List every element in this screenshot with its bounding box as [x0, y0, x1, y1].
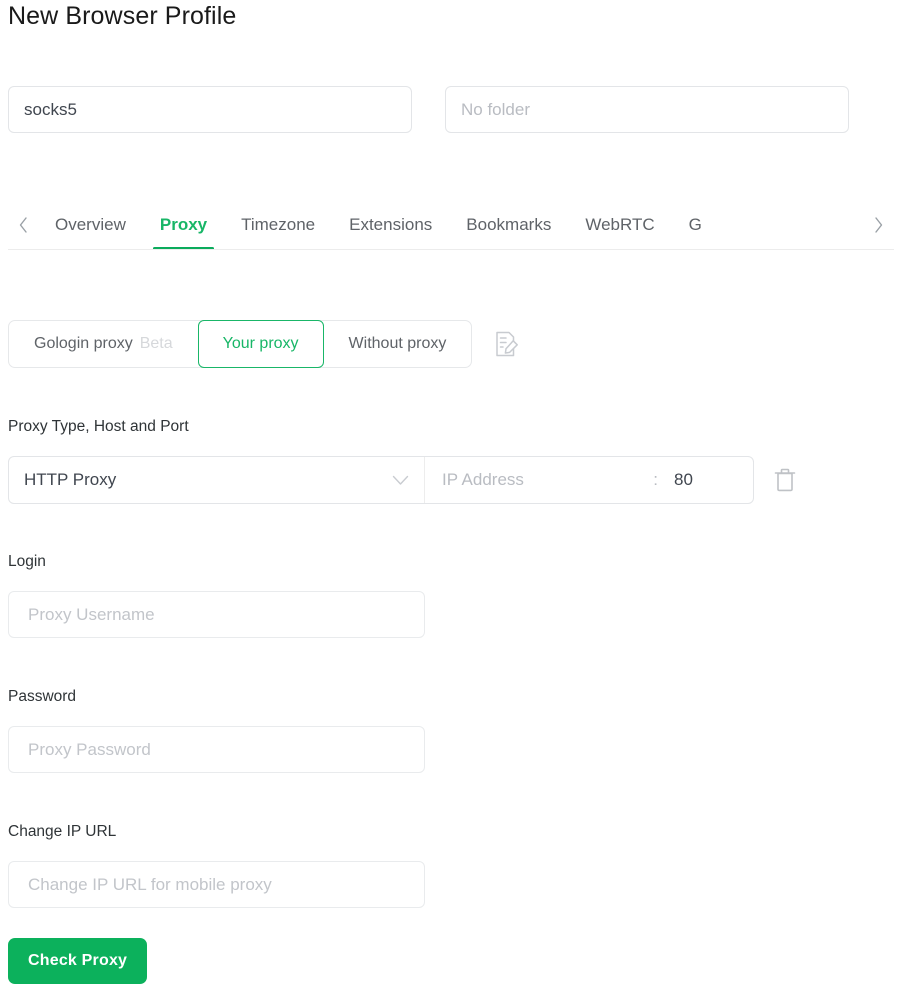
proxy-host-port-group: : — [425, 457, 753, 503]
host-port-separator: : — [653, 470, 658, 489]
trash-icon[interactable] — [770, 465, 800, 495]
proxy-mode-gologin-beta-badge: Beta — [139, 335, 173, 352]
proxy-address-combo: HTTP Proxy : — [8, 456, 754, 504]
change-ip-url-field-wrapper — [8, 861, 425, 908]
tab-bookmarks-label: Bookmarks — [466, 214, 552, 234]
password-label: Password — [8, 688, 77, 705]
proxy-mode-your-proxy-label: Your proxy — [222, 335, 299, 352]
proxy-mode-segmented-control: Gologin proxy Beta Your proxy Without pr… — [8, 320, 473, 368]
proxy-mode-gologin-button[interactable]: Gologin proxy Beta — [9, 321, 198, 367]
proxy-type-host-port-row: HTTP Proxy : — [8, 456, 800, 504]
tab-timezone[interactable]: Timezone — [224, 200, 332, 249]
change-ip-url-label: Change IP URL — [8, 823, 117, 840]
tab-timezone-label: Timezone — [241, 214, 316, 234]
tab-overview-label: Overview — [55, 214, 126, 234]
login-field-wrapper — [8, 591, 425, 638]
chevron-right-icon[interactable] — [864, 203, 894, 247]
proxy-mode-without-proxy-button[interactable]: Without proxy — [324, 321, 472, 367]
tab-proxy-label: Proxy — [159, 214, 208, 234]
settings-tabbar: Overview Proxy Timezone Extensions Bookm… — [8, 200, 894, 250]
proxy-type-host-port-label: Proxy Type, Host and Port — [8, 418, 189, 435]
proxy-port-input[interactable] — [672, 469, 738, 491]
proxy-mode-without-proxy-label: Without proxy — [348, 335, 447, 352]
top-field-row — [8, 86, 902, 133]
folder-input[interactable] — [445, 86, 849, 133]
password-field-wrapper — [8, 726, 425, 773]
folder-field-wrapper — [445, 86, 849, 133]
tab-extensions[interactable]: Extensions — [332, 200, 449, 249]
tab-webrtc-label: WebRTC — [585, 214, 655, 234]
change-ip-url-input[interactable] — [8, 861, 425, 908]
tab-proxy[interactable]: Proxy — [143, 200, 224, 249]
tab-webrtc[interactable]: WebRTC — [568, 200, 671, 249]
proxy-host-input[interactable] — [440, 469, 650, 491]
proxy-mode-gologin-label: Gologin proxy — [34, 335, 133, 352]
proxy-type-select[interactable]: HTTP Proxy — [9, 457, 425, 503]
tab-overview[interactable]: Overview — [38, 200, 143, 249]
proxy-mode-your-proxy-button[interactable]: Your proxy — [197, 320, 324, 368]
paste-edit-icon[interactable] — [490, 328, 522, 360]
profile-name-input[interactable] — [8, 86, 412, 133]
proxy-type-value: HTTP Proxy — [24, 470, 117, 489]
proxy-mode-row: Gologin proxy Beta Your proxy Without pr… — [8, 320, 522, 368]
check-proxy-button[interactable]: Check Proxy — [8, 938, 148, 984]
tab-geolocation-label: G — [688, 214, 702, 234]
chevron-left-icon[interactable] — [8, 203, 38, 247]
chevron-down-icon — [392, 475, 409, 486]
proxy-password-input[interactable] — [8, 726, 425, 773]
tabs-scroll-container: Overview Proxy Timezone Extensions Bookm… — [38, 200, 864, 249]
profile-name-field-wrapper — [8, 86, 412, 133]
page-title: New Browser Profile — [8, 2, 237, 30]
proxy-username-input[interactable] — [8, 591, 425, 638]
tab-bookmarks[interactable]: Bookmarks — [449, 200, 568, 249]
tab-extensions-label: Extensions — [349, 214, 433, 234]
login-label: Login — [8, 553, 46, 570]
tab-geolocation[interactable]: G — [672, 200, 702, 249]
